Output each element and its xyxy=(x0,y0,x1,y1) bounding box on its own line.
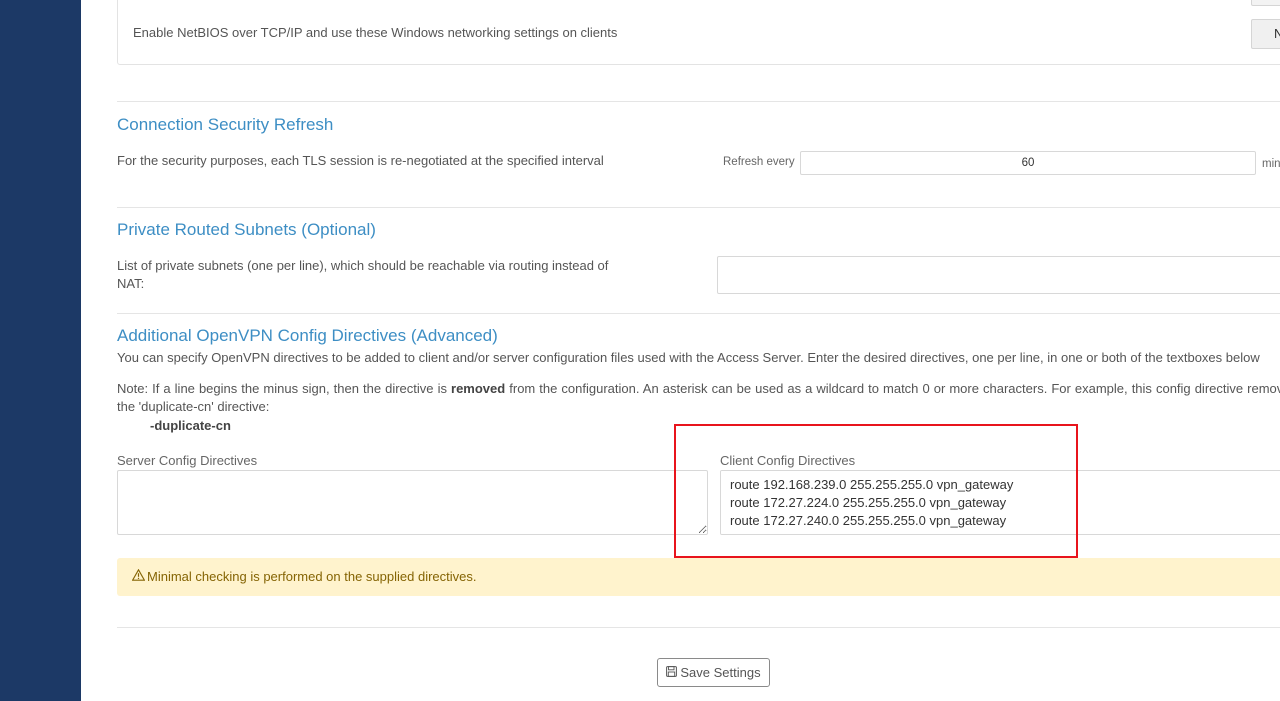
warning-text: Minimal checking is performed on the sup… xyxy=(147,569,477,584)
floppy-disk-icon xyxy=(666,665,678,680)
save-settings-label: Save Settings xyxy=(680,665,761,680)
note-prefix: Note: If a line begins the minus sign, t… xyxy=(117,381,452,396)
divider xyxy=(117,627,1280,628)
refresh-interval-input[interactable] xyxy=(800,151,1256,175)
warning-triangle-icon xyxy=(131,568,146,584)
section-title-config-directives: Additional OpenVPN Config Directives (Ad… xyxy=(117,326,498,345)
divider xyxy=(117,313,1280,314)
section-title-security-refresh: Connection Security Refresh xyxy=(117,115,334,134)
directives-note: Note: If a line begins the minus sign, t… xyxy=(117,380,1280,416)
save-settings-button[interactable]: Save Settings xyxy=(657,658,770,687)
divider xyxy=(117,207,1280,208)
warning-alert: Minimal checking is performed on the sup… xyxy=(117,558,1280,596)
netbios-toggle[interactable]: N xyxy=(1251,19,1280,49)
example-directive: -duplicate-cn xyxy=(150,418,231,433)
directives-intro: You can specify OpenVPN directives to be… xyxy=(117,350,1260,365)
note-removed-word: removed xyxy=(451,381,506,396)
divider xyxy=(117,101,1280,102)
refresh-every-label: Refresh every xyxy=(723,156,795,168)
main-content: Enable NetBIOS over TCP/IP and use these… xyxy=(81,0,1280,701)
refresh-unit-label: min xyxy=(1262,158,1280,170)
private-subnets-textarea[interactable] xyxy=(717,256,1280,294)
private-subnets-description: List of private subnets (one per line), … xyxy=(117,258,609,291)
server-config-label: Server Config Directives xyxy=(117,453,258,468)
netbios-label: Enable NetBIOS over TCP/IP and use these… xyxy=(133,25,618,40)
server-config-textarea[interactable] xyxy=(117,470,708,535)
sidebar xyxy=(0,0,81,701)
highlight-box xyxy=(674,424,1078,558)
security-refresh-description: For the security purposes, each TLS sess… xyxy=(117,153,604,168)
section-title-private-subnets: Private Routed Subnets (Optional) xyxy=(117,220,376,239)
setting-toggle-above[interactable] xyxy=(1251,0,1280,6)
